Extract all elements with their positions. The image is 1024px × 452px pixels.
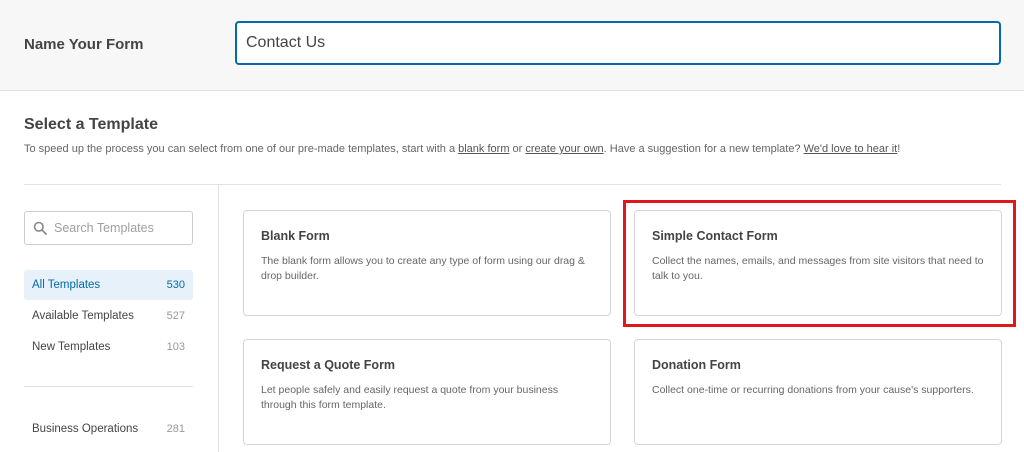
sidebar-divider xyxy=(218,185,219,452)
section-description: To speed up the process you can select f… xyxy=(24,143,900,155)
template-title: Blank Form xyxy=(261,229,330,243)
create-your-own-link[interactable]: create your own xyxy=(525,143,603,155)
blank-form-link[interactable]: blank form xyxy=(458,143,509,155)
template-card-simple-contact-form[interactable]: Simple Contact Form Collect the names, e… xyxy=(634,210,1002,316)
search-icon xyxy=(33,221,47,235)
divider xyxy=(24,184,1001,185)
category-available-templates[interactable]: Available Templates 527 xyxy=(24,301,193,331)
template-description: Collect the names, emails, and messages … xyxy=(652,255,984,282)
suggest-template-link[interactable]: We'd love to hear it xyxy=(804,143,898,155)
search-templates-box xyxy=(24,211,193,245)
form-name-label: Name Your Form xyxy=(24,36,144,53)
category-count: 281 xyxy=(166,423,185,435)
template-description: The blank form allows you to create any … xyxy=(261,255,585,282)
template-title: Simple Contact Form xyxy=(652,229,778,243)
desc-text: or xyxy=(509,143,526,155)
category-count: 527 xyxy=(166,310,185,322)
category-label: New Templates xyxy=(32,341,111,353)
desc-text: To speed up the process you can select f… xyxy=(24,143,459,155)
category-count: 530 xyxy=(166,279,185,291)
template-card-request-quote-form[interactable]: Request a Quote Form Let people safely a… xyxy=(243,339,611,445)
desc-text: ! xyxy=(897,143,901,155)
template-description: Collect one-time or recurring donations … xyxy=(652,384,974,396)
form-name-input[interactable] xyxy=(235,21,1001,65)
category-new-templates[interactable]: New Templates 103 xyxy=(24,332,193,362)
sidebar-separator xyxy=(24,386,193,387)
template-card-donation-form[interactable]: Donation Form Collect one-time or recurr… xyxy=(634,339,1002,445)
section-title: Select a Template xyxy=(24,116,158,133)
category-count: 103 xyxy=(166,341,185,353)
template-title: Donation Form xyxy=(652,358,741,372)
category-all-templates[interactable]: All Templates 530 xyxy=(24,270,193,300)
template-title: Request a Quote Form xyxy=(261,358,396,372)
search-templates-input[interactable] xyxy=(54,213,190,243)
template-description: Let people safely and easily request a q… xyxy=(261,384,559,411)
desc-text: . Have a suggestion for a new template? xyxy=(603,143,804,155)
category-label: All Templates xyxy=(32,279,101,291)
category-label: Business Operations xyxy=(32,423,139,435)
form-name-bar: Name Your Form xyxy=(0,0,1024,91)
category-label: Available Templates xyxy=(32,310,134,322)
category-business-operations[interactable]: Business Operations 281 xyxy=(24,414,193,444)
template-card-blank-form[interactable]: Blank Form The blank form allows you to … xyxy=(243,210,611,316)
